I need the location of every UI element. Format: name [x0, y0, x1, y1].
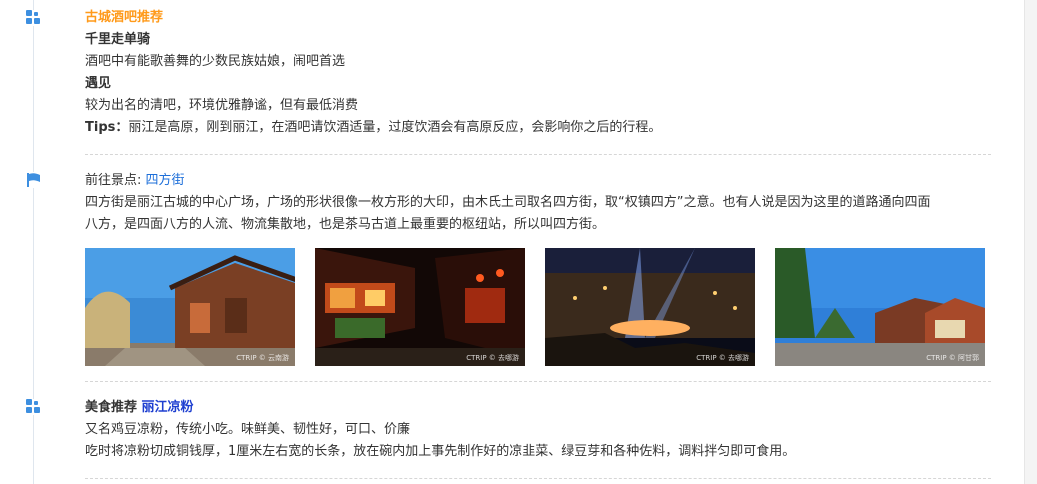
divider: [85, 478, 991, 479]
spot-photo[interactable]: CTRIP © 云南游: [85, 248, 295, 366]
flag-icon: [26, 172, 42, 188]
food-link[interactable]: 丽江凉粉: [142, 400, 194, 415]
bar-description: 较为出名的清吧，环境优雅静谧，但有最低消费: [85, 98, 359, 113]
scrollbar-gutter[interactable]: [1025, 0, 1037, 484]
photo-credit: CTRIP © 阿甘郭: [926, 354, 979, 362]
food-section: 美食推荐 丽江凉粉 又名鸡豆凉粉，传统小吃。味鲜美、韧性好，可口、价廉 吃时将凉…: [85, 397, 991, 463]
bar-name: 千里走单骑: [85, 32, 151, 47]
spot-photo[interactable]: CTRIP © 阿甘郭: [775, 248, 985, 366]
spot-description: 四方街是丽江古城的中心广场，广场的形状很像一枚方形的大印，由木氏土司取名四方街，…: [85, 195, 931, 210]
grid-icon: [26, 10, 42, 26]
bar-description: 酒吧中有能歌善舞的少数民族姑娘，闹吧首选: [85, 54, 346, 69]
spot-description: 八方，是四面八方的人流、物流集散地，也是茶马古道上最重要的枢纽站，所以叫四方街。: [85, 217, 606, 232]
spot-photo[interactable]: CTRIP © 去哪游: [315, 248, 525, 366]
food-description: 吃时将凉粉切成铜钱厚，1厘米左右宽的长条，放在碗内加上事先制作好的凉韭菜、绿豆芽…: [85, 444, 796, 459]
spot-section: 前往景点: 四方街 四方街是丽江古城的中心广场，广场的形状很像一枚方形的大印，由…: [85, 170, 991, 236]
grid-icon: [26, 399, 42, 415]
photo-credit: CTRIP © 去哪游: [696, 354, 749, 362]
spot-heading: 前往景点: 四方街: [85, 170, 991, 192]
bar-name: 遇见: [85, 76, 112, 91]
photo-credit: CTRIP © 云南游: [236, 354, 289, 362]
divider: [85, 381, 991, 382]
tips-line: Tips：丽江是高原，刚到丽江，在酒吧请饮酒适量，过度饮酒会有高原反应，会影响你…: [85, 117, 991, 139]
tips-label: Tips：: [85, 120, 129, 135]
photo-credit: CTRIP © 去哪游: [466, 354, 519, 362]
food-description: 又名鸡豆凉粉，传统小吃。味鲜美、韧性好，可口、价廉: [85, 422, 411, 437]
bar-recommendation-section: 古城酒吧推荐 千里走单骑 酒吧中有能歌善舞的少数民族姑娘，闹吧首选 遇见 较为出…: [85, 7, 991, 139]
spot-prefix: 前往景点:: [85, 173, 146, 188]
section-title: 古城酒吧推荐: [85, 10, 164, 25]
tips-text: 丽江是高原，刚到丽江，在酒吧请饮酒适量，过度饮酒会有高原反应，会影响你之后的行程…: [128, 120, 662, 135]
spot-link[interactable]: 四方街: [146, 173, 185, 188]
divider: [85, 154, 991, 155]
spot-photo[interactable]: CTRIP © 去哪游: [545, 248, 755, 366]
food-label: 美食推荐: [85, 400, 142, 415]
food-heading: 美食推荐 丽江凉粉: [85, 397, 991, 419]
